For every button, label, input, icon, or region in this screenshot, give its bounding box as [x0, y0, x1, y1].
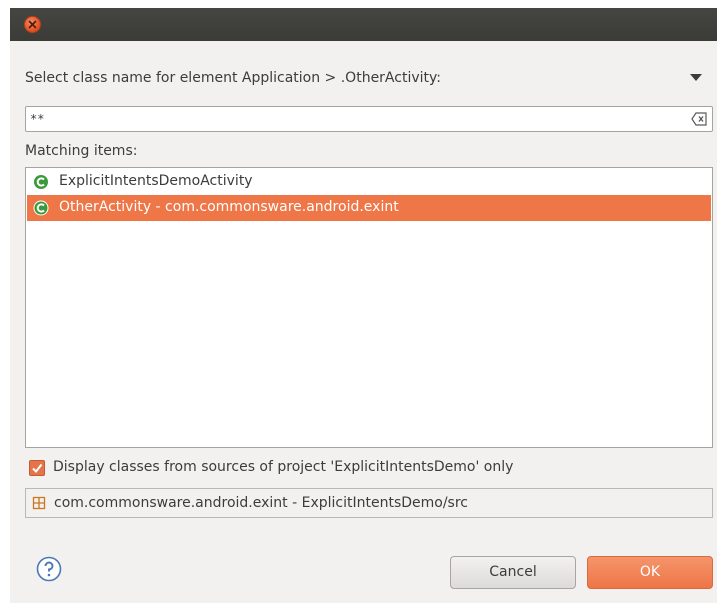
help-icon[interactable]	[36, 556, 62, 582]
close-button[interactable]	[24, 16, 41, 33]
close-icon	[28, 20, 37, 29]
clear-text-icon[interactable]	[691, 112, 707, 126]
ok-button[interactable]: OK	[587, 556, 713, 589]
project-only-label: Display classes from sources of project …	[53, 459, 514, 475]
triangle-down-icon[interactable]	[690, 74, 702, 81]
filter-field[interactable]	[25, 106, 713, 132]
filter-input[interactable]	[30, 109, 680, 129]
package-icon	[32, 496, 46, 510]
status-text: com.commonsware.android.exint - Explicit…	[54, 495, 468, 511]
dialog-prompt: Select class name for element Applicatio…	[25, 70, 441, 86]
list-item[interactable]: ExplicitIntentsDemoActivity	[27, 169, 711, 195]
cancel-button[interactable]: Cancel	[450, 556, 576, 589]
list-item-label: OtherActivity - com.commonsware.android.…	[59, 199, 399, 215]
class-icon	[33, 200, 49, 216]
title-bar	[10, 8, 717, 41]
project-only-checkbox[interactable]	[29, 460, 45, 476]
selection-status-bar: com.commonsware.android.exint - Explicit…	[25, 488, 713, 518]
list-item-label: ExplicitIntentsDemoActivity	[59, 173, 253, 189]
list-item-selected[interactable]: OtherActivity - com.commonsware.android.…	[27, 195, 711, 221]
select-class-dialog: Select class name for element Applicatio…	[10, 41, 717, 603]
checkmark-icon	[32, 463, 43, 474]
matching-items-list[interactable]: ExplicitIntentsDemoActivity OtherActivit…	[25, 167, 713, 448]
class-icon	[34, 175, 48, 189]
matching-items-label: Matching items:	[25, 143, 138, 159]
